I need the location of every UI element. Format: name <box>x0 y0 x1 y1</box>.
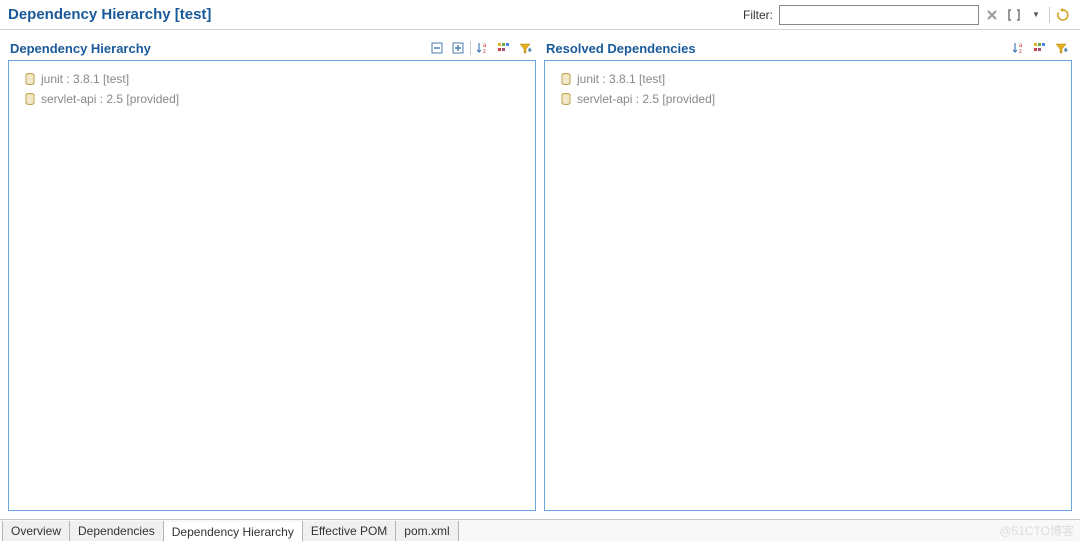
clear-filter-button[interactable] <box>983 6 1001 24</box>
refresh-icon <box>1056 8 1070 22</box>
filter-panel-button[interactable] <box>1052 39 1070 57</box>
brackets-icon <box>1007 9 1021 21</box>
jar-icon <box>23 92 37 106</box>
tree-item-label: servlet-api : 2.5 [provided] <box>41 92 179 106</box>
svg-text:z: z <box>483 49 486 55</box>
tab-effective-pom[interactable]: Effective POM <box>302 521 396 541</box>
content-area: Dependency Hierarchy az <box>0 30 1080 517</box>
list-item-label: junit : 3.8.1 [test] <box>577 72 665 86</box>
filter-panel-button[interactable] <box>516 39 534 57</box>
group-icon <box>497 42 511 54</box>
tree-item[interactable]: servlet-api : 2.5 [provided] <box>17 89 527 109</box>
svg-text:z: z <box>1019 49 1022 55</box>
hierarchy-tree[interactable]: junit : 3.8.1 [test] servlet-api : 2.5 [… <box>8 60 536 511</box>
list-item-label: servlet-api : 2.5 [provided] <box>577 92 715 106</box>
group-button[interactable] <box>495 39 513 57</box>
close-icon <box>986 9 998 21</box>
hierarchy-panel-title: Dependency Hierarchy <box>10 41 151 56</box>
refresh-button[interactable] <box>1054 6 1072 24</box>
expand-icon <box>452 42 464 54</box>
resolved-panel-title: Resolved Dependencies <box>546 41 696 56</box>
separator <box>470 41 471 55</box>
collapse-all-button[interactable] <box>428 39 446 57</box>
collapse-icon <box>431 42 443 54</box>
list-item[interactable]: servlet-api : 2.5 [provided] <box>553 89 1063 109</box>
sort-az-icon: az <box>476 41 490 55</box>
header-bar: Dependency Hierarchy [test] Filter: ▼ <box>0 0 1080 30</box>
chevron-down-icon: ▼ <box>1032 10 1040 19</box>
scope-dropdown-button[interactable]: ▼ <box>1027 6 1045 24</box>
expand-all-button[interactable] <box>449 39 467 57</box>
filter-input[interactable] <box>779 5 979 25</box>
jar-icon <box>559 92 573 106</box>
jar-icon <box>23 72 37 86</box>
tree-item[interactable]: junit : 3.8.1 [test] <box>17 69 527 89</box>
page-title: Dependency Hierarchy [test] <box>8 6 211 23</box>
resolved-list[interactable]: junit : 3.8.1 [test] servlet-api : 2.5 [… <box>544 60 1072 511</box>
list-item[interactable]: junit : 3.8.1 [test] <box>553 69 1063 89</box>
tab-dependencies[interactable]: Dependencies <box>69 521 164 541</box>
hierarchy-toolbar: az <box>428 39 534 57</box>
tab-dependency-hierarchy[interactable]: Dependency Hierarchy <box>163 522 303 542</box>
hierarchy-panel: Dependency Hierarchy az <box>8 36 536 511</box>
resolved-toolbar: az <box>1010 39 1070 57</box>
filter-arrow-icon <box>1054 41 1068 55</box>
group-icon <box>1033 42 1047 54</box>
hierarchy-panel-header: Dependency Hierarchy az <box>8 36 536 60</box>
filter-arrow-icon <box>518 41 532 55</box>
filter-label: Filter: <box>743 8 773 22</box>
scope-button[interactable] <box>1005 6 1023 24</box>
footer-tabs: Overview Dependencies Dependency Hierarc… <box>0 519 1080 541</box>
resolved-panel-header: Resolved Dependencies az <box>544 36 1072 60</box>
tab-pom-xml[interactable]: pom.xml <box>395 521 458 541</box>
sort-az-icon: az <box>1012 41 1026 55</box>
jar-icon <box>559 72 573 86</box>
group-button[interactable] <box>1031 39 1049 57</box>
sort-button[interactable]: az <box>1010 39 1028 57</box>
separator <box>1049 7 1050 23</box>
tab-overview[interactable]: Overview <box>2 521 70 541</box>
tree-item-label: junit : 3.8.1 [test] <box>41 72 129 86</box>
header-controls: Filter: ▼ <box>743 5 1072 25</box>
sort-button[interactable]: az <box>474 39 492 57</box>
resolved-panel: Resolved Dependencies az junit : 3.8.1 [… <box>544 36 1072 511</box>
